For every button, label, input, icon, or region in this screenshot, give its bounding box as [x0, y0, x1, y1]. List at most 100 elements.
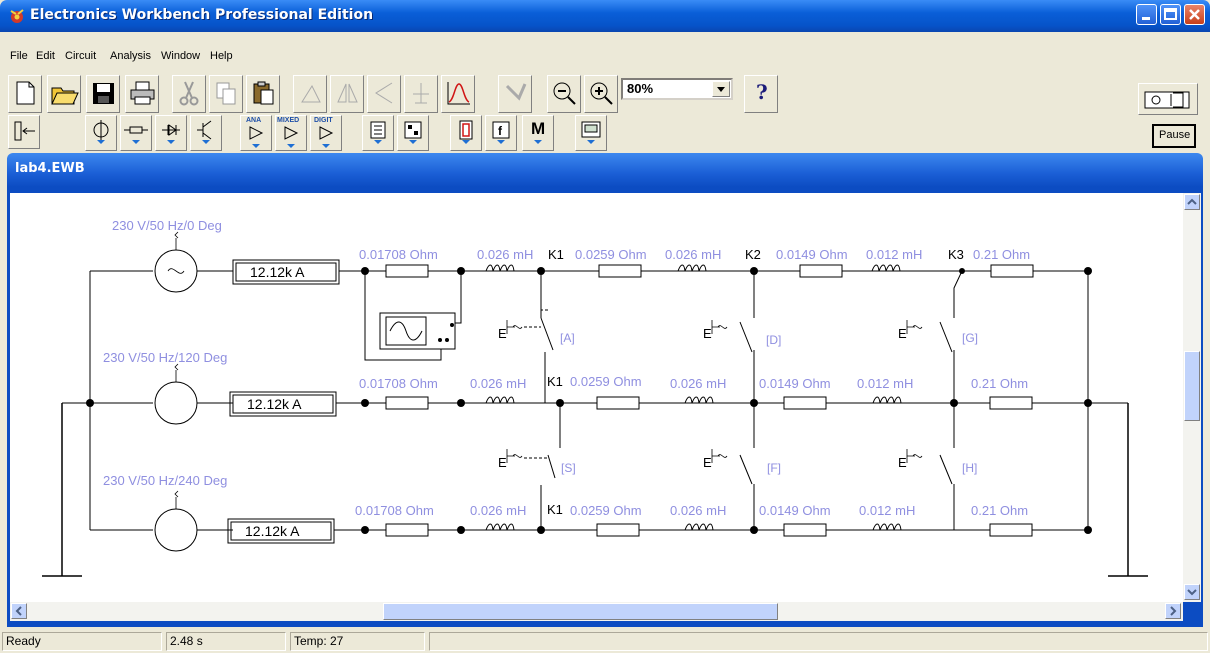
miscellaneous-bin-button[interactable]: M: [522, 115, 554, 151]
scroll-down-button[interactable]: [1184, 584, 1200, 600]
rotate-icon: [301, 84, 321, 103]
digital-bin-button[interactable]: [397, 115, 429, 151]
printer-icon: [130, 81, 155, 105]
ana-label: ANA: [246, 117, 262, 124]
digital-ics-bin-button[interactable]: DIGIT: [310, 115, 342, 151]
svg-text:E: E: [498, 326, 507, 341]
scroll-right-button[interactable]: [1165, 603, 1181, 619]
minimize-icon: [1142, 17, 1150, 20]
zoom-out-button[interactable]: [547, 75, 581, 113]
flip-vertical-button[interactable]: [367, 75, 401, 113]
diode-icon: [162, 124, 180, 144]
cut-button[interactable]: [172, 75, 206, 113]
instruments-icon: [581, 121, 601, 144]
status-state: Ready: [2, 632, 162, 651]
menu-file[interactable]: File: [10, 50, 28, 62]
switch-g[interactable]: [906, 270, 963, 403]
misc-m-label: M: [531, 119, 546, 138]
new-button[interactable]: [8, 75, 42, 113]
r4b-label: 0.21 Ohm: [971, 376, 1028, 391]
chevron-up-icon: [1187, 198, 1197, 205]
component-properties-button[interactable]: [498, 75, 532, 113]
paste-button[interactable]: [246, 75, 280, 113]
svg-text:E: E: [898, 326, 907, 341]
menu-help[interactable]: Help: [210, 50, 233, 62]
switch-g-label: [G]: [962, 331, 978, 345]
vertical-scrollbar[interactable]: [1183, 193, 1201, 602]
scroll-left-button[interactable]: [11, 603, 27, 619]
switch-h-label: [H]: [962, 461, 977, 475]
minimize-button[interactable]: [1136, 4, 1157, 25]
status-time: 2.48 s: [166, 632, 286, 651]
l3-label: 0.012 mH: [866, 247, 922, 262]
scroll-up-button[interactable]: [1184, 194, 1200, 210]
indicators-bin-button[interactable]: [450, 115, 482, 151]
chevron-down-icon: [717, 87, 725, 92]
copy-button[interactable]: [209, 75, 243, 113]
diodes-bin-button[interactable]: [155, 115, 187, 151]
help-icon: ?: [756, 80, 768, 104]
chevron-left-icon: [15, 606, 22, 616]
horizontal-scroll-thumb[interactable]: [383, 603, 778, 620]
menu-circuit[interactable]: Circuit: [65, 50, 96, 62]
zoom-dropdown-button[interactable]: [712, 81, 730, 97]
instruments-bin-button[interactable]: [575, 115, 607, 151]
sources-icon: [93, 120, 109, 144]
transistors-bin-button[interactable]: [190, 115, 222, 151]
zoom-value: 80%: [627, 81, 654, 96]
subcircuit-button[interactable]: [404, 75, 438, 113]
pause-button[interactable]: Pause: [1152, 124, 1196, 148]
r3c-label: 0.0149 Ohm: [759, 503, 831, 518]
menu-edit[interactable]: Edit: [36, 50, 55, 62]
circuit-canvas[interactable]: 230 V/50 Hz/0 Deg 230 V/50 Hz/120 Deg 23…: [10, 193, 1183, 602]
r3-label: 0.0149 Ohm: [776, 247, 848, 262]
mixed-label: MIXED: [277, 117, 300, 124]
menu-analysis[interactable]: Analysis: [110, 50, 151, 62]
paste-icon: [253, 81, 274, 105]
zoom-select[interactable]: 80%: [621, 78, 733, 100]
controls-bin-button[interactable]: f: [485, 115, 517, 151]
sources-bin-button[interactable]: [85, 115, 117, 151]
mixed-ics-bin-button[interactable]: MIXED: [275, 115, 307, 151]
r1b-label: 0.01708 Ohm: [359, 376, 438, 391]
document-title: lab4.EWB: [15, 161, 85, 176]
power-switch[interactable]: [1138, 83, 1198, 115]
save-button[interactable]: [86, 75, 120, 113]
ac-source-1[interactable]: [154, 231, 198, 293]
r1c-label: 0.01708 Ohm: [355, 503, 434, 518]
circuit-schematic: 230 V/50 Hz/0 Deg 230 V/50 Hz/120 Deg 23…: [42, 218, 1148, 577]
r4-label: 0.21 Ohm: [973, 247, 1030, 262]
graphs-button[interactable]: [441, 75, 475, 113]
oscilloscope[interactable]: [364, 271, 462, 361]
analog-ics-bin-button[interactable]: ANA: [240, 115, 272, 151]
horizontal-scrollbar[interactable]: [10, 602, 1183, 621]
resistor-icon: [124, 126, 148, 144]
menu-window[interactable]: Window: [161, 50, 200, 62]
logic-gates-bin-button[interactable]: [362, 115, 394, 151]
zoom-in-button[interactable]: [584, 75, 618, 113]
controls-icon: f: [492, 121, 510, 144]
vertical-scroll-thumb[interactable]: [1184, 351, 1200, 421]
window-title: Electronics Workbench Professional Editi…: [30, 7, 374, 23]
l3c-label: 0.012 mH: [859, 503, 915, 518]
basic-bin-button[interactable]: [120, 115, 152, 151]
r2c-label: 0.0259 Ohm: [570, 503, 642, 518]
flip-horizontal-icon: [337, 83, 358, 103]
parts-bin-toggle-button[interactable]: [8, 115, 40, 149]
logic-gate-icon: [370, 121, 386, 144]
parts-bin-icon: [14, 121, 35, 141]
pause-label: Pause: [1159, 129, 1191, 141]
ac-source-3[interactable]: [154, 490, 198, 552]
help-button[interactable]: ?: [744, 75, 778, 113]
subcircuit-icon: [413, 83, 429, 104]
ac-source-2[interactable]: [154, 363, 198, 425]
rotate-button[interactable]: [293, 75, 327, 113]
svg-text:E: E: [703, 326, 712, 341]
open-button[interactable]: [47, 75, 81, 113]
indicator-icon: [459, 120, 473, 144]
close-button[interactable]: [1184, 4, 1205, 25]
l2c-label: 0.026 mH: [670, 503, 726, 518]
print-button[interactable]: [125, 75, 159, 113]
flip-horizontal-button[interactable]: [330, 75, 364, 113]
maximize-button[interactable]: [1160, 4, 1181, 25]
